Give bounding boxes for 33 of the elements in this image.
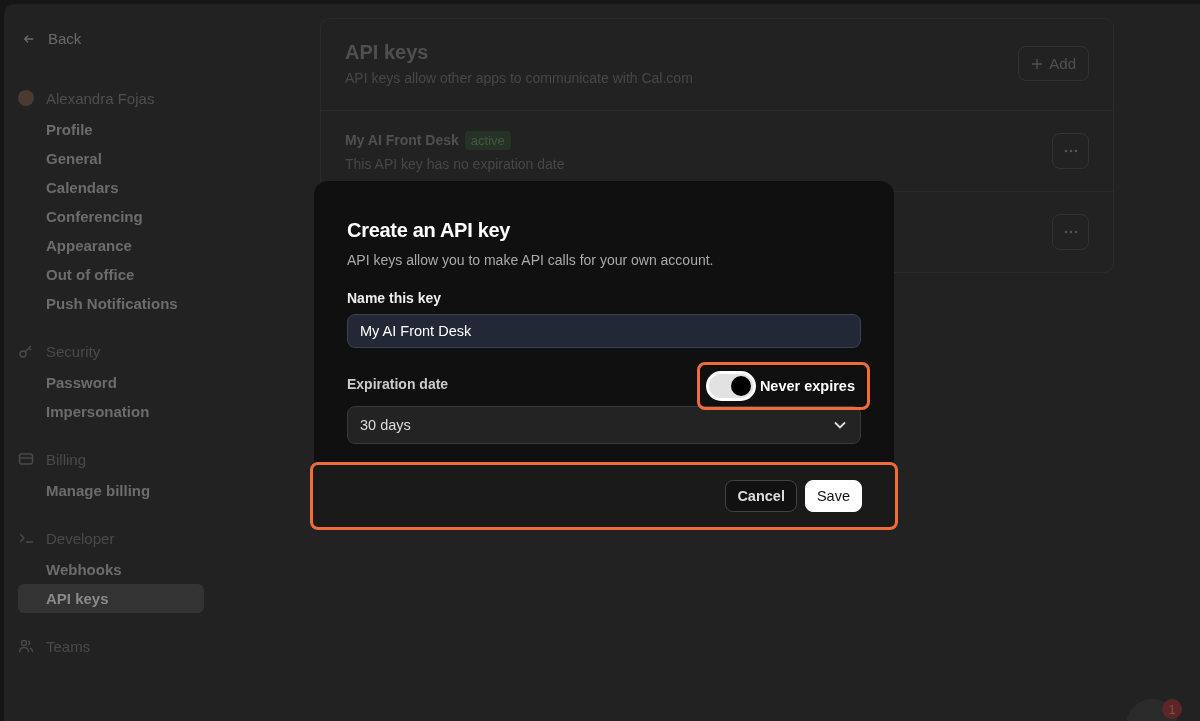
sidebar-item[interactable]: API keys xyxy=(18,584,204,613)
credit-card-icon xyxy=(18,451,34,467)
users-icon xyxy=(18,638,34,654)
sidebar-item[interactable]: Password xyxy=(18,368,204,397)
field-label: Expiration date xyxy=(347,376,449,392)
field-label: Name this key xyxy=(347,290,443,306)
sidebar-item[interactable]: Appearance xyxy=(18,231,204,260)
dialog-subtitle: API keys allow you to make API calls for your own account. xyxy=(347,252,715,268)
sidebar-item[interactable]: Impersonation xyxy=(18,397,204,426)
sidebar-item[interactable]: Profile xyxy=(18,115,204,144)
duration-select[interactable]: 30 days xyxy=(347,406,861,444)
sidebar-item[interactable]: Out of office xyxy=(18,260,204,289)
sidebar-item[interactable]: Webhooks xyxy=(18,555,204,584)
sidebar-item[interactable]: Calendars xyxy=(18,173,204,202)
key-icon xyxy=(18,343,34,359)
toggle-label: Never expires xyxy=(759,378,855,394)
avatar-icon xyxy=(18,90,34,106)
more-button[interactable] xyxy=(1052,214,1089,250)
name-input-field[interactable]: My AI Front Desk xyxy=(347,314,861,348)
chevron-down-icon xyxy=(834,421,846,429)
more-icon xyxy=(1063,149,1078,153)
back-link[interactable]: Back xyxy=(18,30,232,47)
sidebar-item[interactable]: Manage billing xyxy=(18,476,204,505)
more-button[interactable] xyxy=(1052,133,1089,169)
cancel-button[interactable]: Cancel xyxy=(725,480,797,512)
toggle-switch[interactable] xyxy=(705,371,756,401)
sidebar-item[interactable]: Conferencing xyxy=(18,202,204,231)
sidebar-item[interactable]: Push Notifications xyxy=(18,289,204,318)
dialog-title: Create an API key xyxy=(347,219,512,242)
save-button[interactable]: Save xyxy=(804,480,862,512)
sidebar-item[interactable]: General xyxy=(18,144,204,173)
more-icon xyxy=(1063,230,1078,234)
plus-icon xyxy=(1031,57,1044,70)
